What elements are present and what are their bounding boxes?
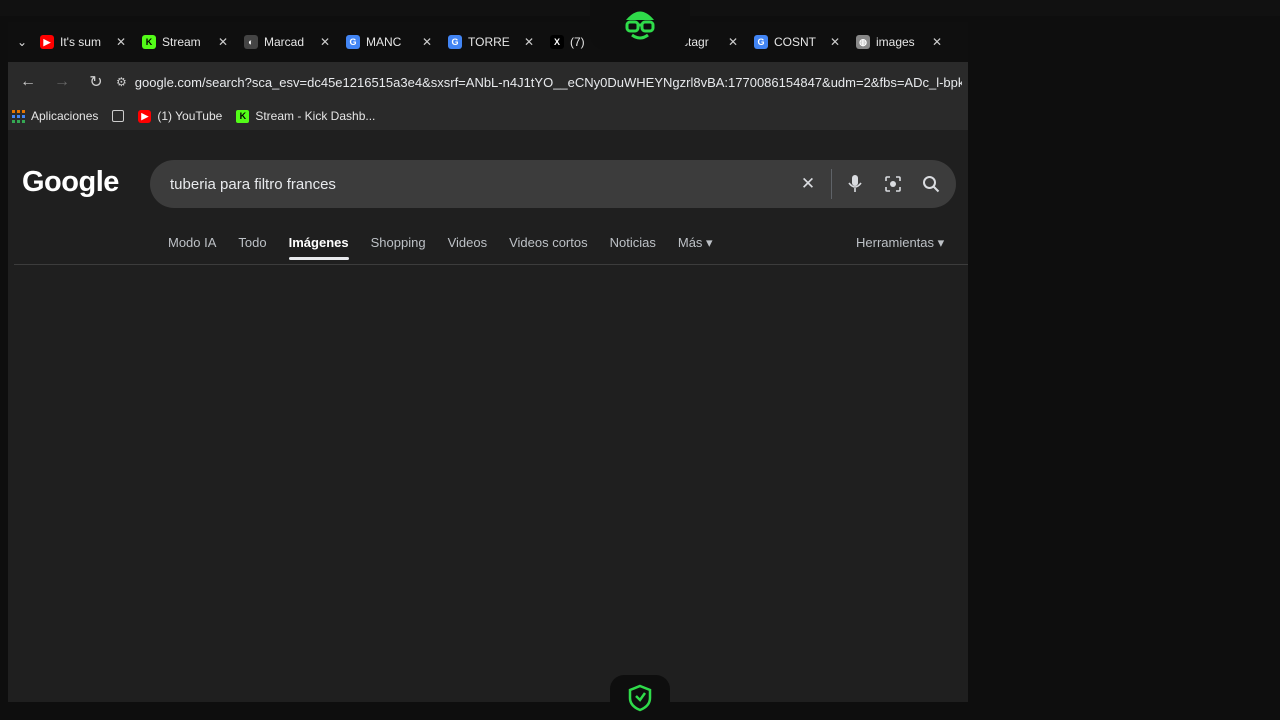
reload-icon[interactable]: ↻ bbox=[82, 68, 110, 96]
streamer-logo-notch bbox=[590, 0, 690, 50]
bookmark-label: Stream - Kick Dashb... bbox=[255, 109, 376, 123]
search-icon[interactable] bbox=[912, 165, 950, 203]
x-icon: X bbox=[550, 35, 564, 49]
browser-tab[interactable]: K Stream ✕ bbox=[134, 22, 236, 62]
search-tab[interactable]: Videos cortos bbox=[509, 232, 588, 264]
tab-strip: ⌄ ▶ It's sum ✕ K Stream ✕ ◐ Marcad ✕ G MANC ✕ G TORRE… bbox=[8, 22, 968, 62]
clear-icon[interactable]: ✕ bbox=[789, 165, 827, 203]
search-tab[interactable]: Videos bbox=[448, 232, 488, 264]
search-tab[interactable]: Más ▾ bbox=[678, 232, 713, 264]
grid-icon bbox=[112, 110, 125, 122]
browser-tab[interactable]: ▶ It's sum ✕ bbox=[32, 22, 134, 62]
tab-title: MANC bbox=[366, 35, 402, 49]
kick-icon: K bbox=[142, 35, 156, 49]
site-info-icon[interactable]: ⚙ bbox=[116, 73, 127, 91]
google-icon: G bbox=[346, 35, 360, 49]
search-tab-label: Videos bbox=[447, 235, 488, 250]
tab-title: Stream bbox=[162, 35, 201, 49]
bookmark-label: (1) YouTube bbox=[157, 109, 223, 123]
bookmark-kick[interactable]: K Stream - Kick Dashb... bbox=[236, 109, 375, 123]
tab-title: images bbox=[876, 35, 915, 49]
search-tab-label: Imágenes bbox=[288, 235, 349, 250]
search-tabs: Modo IA Todo Imágenes Shopping Videos Videos … bbox=[168, 232, 713, 264]
search-tab[interactable]: Noticias bbox=[610, 232, 656, 264]
youtube-icon: ▶ bbox=[138, 109, 152, 123]
tab-close-icon[interactable]: ✕ bbox=[524, 35, 534, 49]
tab-search-icon[interactable]: ⌄ bbox=[12, 35, 32, 49]
globe-icon: ◍ bbox=[856, 35, 870, 49]
glasses-mascot-icon bbox=[622, 7, 658, 43]
bookmark-label: Aplicaciones bbox=[31, 109, 99, 123]
search-tab-label: Noticias bbox=[609, 235, 656, 250]
tools-label: Herramientas bbox=[856, 235, 935, 250]
search-input[interactable]: tuberia para filtro frances bbox=[170, 176, 789, 193]
tab-close-icon[interactable]: ✕ bbox=[728, 35, 738, 49]
bookmark-apps[interactable]: Aplicaciones bbox=[12, 109, 98, 123]
browser-tab[interactable]: ◍ images ✕ bbox=[848, 22, 950, 62]
browser-tab[interactable]: G TORRE ✕ bbox=[440, 22, 542, 62]
tab-title: Marcad bbox=[264, 35, 305, 49]
search-tab[interactable]: Shopping bbox=[371, 232, 426, 264]
bookmarks-bar: Aplicaciones ▶ (1) YouTube K Stream - Ki… bbox=[8, 102, 968, 130]
kick-icon: K bbox=[236, 109, 250, 123]
browser-tab[interactable]: ◐ Marcad ✕ bbox=[236, 22, 338, 62]
tab-title: TORRE bbox=[468, 35, 510, 49]
search-tab[interactable]: Todo bbox=[238, 232, 266, 264]
bookmark-grid[interactable] bbox=[112, 110, 125, 122]
tab-title: COSNT bbox=[774, 35, 816, 49]
tab-close-icon[interactable]: ✕ bbox=[116, 35, 126, 49]
search-box[interactable]: tuberia para filtro frances ✕ bbox=[150, 160, 956, 208]
google-icon: G bbox=[448, 35, 462, 49]
back-arrow-icon[interactable]: ← bbox=[14, 68, 42, 96]
address-bar[interactable]: ⚙ google.com/search?sca_esv=dc45e1216515… bbox=[116, 67, 962, 97]
url-text: google.com/search?sca_esv=dc45e1216515a3… bbox=[134, 74, 962, 90]
search-tab-label: Todo bbox=[238, 235, 267, 250]
tools-button[interactable]: Herramientas ▾ bbox=[856, 232, 944, 254]
search-tab-label: Shopping bbox=[370, 235, 426, 250]
google-icon: G bbox=[754, 35, 768, 49]
search-tab[interactable]: Imágenes bbox=[288, 232, 349, 264]
youtube-icon: ▶ bbox=[40, 35, 54, 49]
stream-frame: ⌄ ▶ It's sum ✕ K Stream ✕ ◐ Marcad ✕ G MANC ✕ G TORRE… bbox=[0, 0, 1280, 720]
search-tab[interactable]: Modo IA bbox=[168, 232, 216, 264]
marcador-icon: ◐ bbox=[244, 35, 258, 49]
search-tab-label: Más bbox=[677, 235, 703, 250]
search-tab-label: Videos cortos bbox=[509, 235, 588, 250]
browser-toolbar: ← → ↻ ⚙ google.com/search?sca_esv=dc45e1… bbox=[8, 62, 968, 102]
tab-close-icon[interactable]: ✕ bbox=[830, 35, 840, 49]
lens-camera-icon[interactable] bbox=[874, 165, 912, 203]
tab-title: It's sum bbox=[60, 35, 101, 49]
tab-close-icon[interactable]: ✕ bbox=[218, 35, 228, 49]
apps-grid-icon bbox=[12, 109, 25, 123]
shield-icon bbox=[628, 684, 652, 711]
chevron-down-icon: ▾ bbox=[702, 235, 713, 250]
tab-close-icon[interactable]: ✕ bbox=[932, 35, 942, 49]
tab-close-icon[interactable]: ✕ bbox=[422, 35, 432, 49]
bookmark-youtube[interactable]: ▶ (1) YouTube bbox=[138, 109, 222, 123]
browser-tab[interactable]: G COSNT ✕ bbox=[746, 22, 848, 62]
google-logo[interactable]: Google bbox=[22, 166, 119, 199]
search-divider bbox=[831, 169, 832, 199]
browser-window: ⌄ ▶ It's sum ✕ K Stream ✕ ◐ Marcad ✕ G MANC ✕ G TORRE… bbox=[8, 22, 968, 702]
tabs-divider bbox=[14, 264, 968, 265]
microphone-icon[interactable] bbox=[836, 165, 874, 203]
google-results-page: Google tuberia para filtro frances ✕ Mod… bbox=[8, 136, 968, 702]
forward-arrow-icon[interactable]: → bbox=[48, 68, 76, 96]
tab-close-icon[interactable]: ✕ bbox=[320, 35, 330, 49]
bottom-shield-notch bbox=[610, 675, 670, 720]
search-tab-label: Modo IA bbox=[168, 235, 217, 250]
browser-tab[interactable]: G MANC ✕ bbox=[338, 22, 440, 62]
